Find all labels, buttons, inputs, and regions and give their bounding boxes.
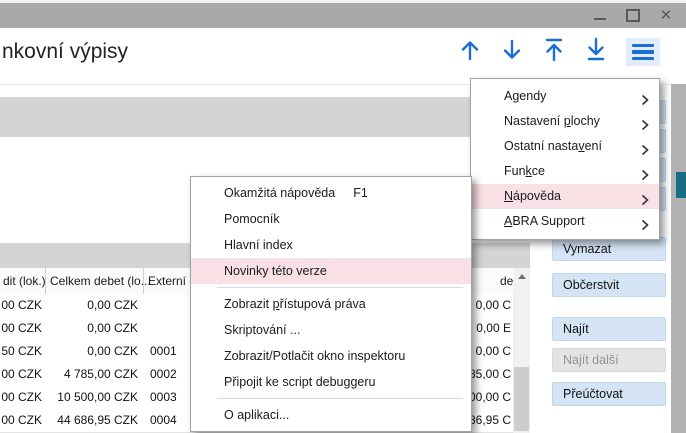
scroll-down-icon: [501, 37, 523, 68]
titlebar: ✕: [0, 0, 686, 28]
submenu-arrow-icon: [641, 215, 649, 240]
help-submenu: Okamžitá nápovědaF1 Pomocník Hlavní inde…: [190, 176, 472, 432]
menu-item-ostatni-nastaveni[interactable]: Ostatní nastavení: [471, 134, 659, 159]
scrollbar-thumb[interactable]: [514, 367, 529, 431]
toolbar-strip: [0, 97, 530, 137]
close-icon: ✕: [660, 8, 673, 24]
shortcut-label: F1: [353, 186, 368, 200]
scrollbar-up-button[interactable]: [513, 268, 530, 284]
page-title: nkovní výpisy: [2, 40, 128, 64]
menu-separator: [217, 287, 463, 288]
scrollbar-up-arrow-icon: [518, 274, 526, 279]
maximize-icon: [626, 9, 640, 22]
hamburger-menu-icon: [632, 44, 654, 48]
hamburger-dropdown-menu: Agendy Nastavení plochy Ostatní nastaven…: [470, 78, 660, 240]
column-header-credit[interactable]: dit (lok.): [3, 274, 46, 288]
submenu-item-pomocnik[interactable]: Pomocník: [191, 206, 471, 232]
close-button[interactable]: ✕: [658, 8, 674, 24]
refresh-button[interactable]: Občerstvit: [552, 273, 666, 297]
submenu-item-hlavni-index[interactable]: Hlavní index: [191, 232, 471, 258]
find-next-button: Najít další: [552, 348, 666, 372]
scroll-to-bottom-button[interactable]: [584, 38, 608, 66]
hamburger-menu-button[interactable]: [626, 38, 660, 66]
minimize-button[interactable]: [592, 8, 608, 24]
background-window-edge: [671, 84, 686, 433]
repost-button[interactable]: Přeúčtovat: [552, 382, 666, 406]
menu-item-napoveda[interactable]: Nápověda: [471, 184, 659, 209]
find-button[interactable]: Najít: [552, 317, 666, 341]
menu-item-abra-support[interactable]: ABRA Support: [471, 209, 659, 234]
minimize-icon: [594, 18, 606, 20]
menu-item-funkce[interactable]: Funkce: [471, 159, 659, 184]
submenu-item-okamzita-napoveda[interactable]: Okamžitá nápovědaF1: [191, 180, 471, 206]
submenu-item-pripojit-ke-script-debuggeru[interactable]: Připojit ke script debuggeru: [191, 369, 471, 395]
record-navigation-toolbar: [458, 38, 660, 66]
window-controls: ✕: [592, 3, 674, 28]
column-header-external[interactable]: Externí č: [148, 274, 195, 288]
submenu-item-o-aplikaci[interactable]: O aplikaci...: [191, 402, 471, 428]
table-scrollbar[interactable]: [513, 268, 530, 433]
maximize-button[interactable]: [625, 8, 641, 24]
scroll-to-top-icon: [543, 36, 565, 69]
scroll-to-bottom-icon: [585, 36, 607, 69]
submenu-item-novinky-teto-verze[interactable]: Novinky této verze: [191, 258, 471, 284]
menu-separator: [217, 398, 463, 399]
menu-item-nastaveni-plochy[interactable]: Nastavení plochy: [471, 109, 659, 134]
column-header-debit[interactable]: Celkem debet (lo...: [50, 274, 151, 288]
scroll-up-button[interactable]: [458, 38, 482, 66]
titlebar-top-strip: [0, 0, 686, 3]
submenu-item-zobrazit-pristupova-prava[interactable]: Zobrazit přístupová práva: [191, 291, 471, 317]
menu-item-agendy[interactable]: Agendy: [471, 84, 659, 109]
app-window: ✕ nkovní výpisy: [0, 0, 686, 433]
scroll-down-button[interactable]: [500, 38, 524, 66]
scroll-up-icon: [459, 37, 481, 68]
scroll-to-top-button[interactable]: [542, 38, 566, 66]
submenu-item-skriptovani[interactable]: Skriptování ...: [191, 317, 471, 343]
clear-button[interactable]: Vymazat: [552, 237, 666, 261]
background-window-fragment: [676, 172, 686, 198]
submenu-item-zobrazit-potlacit-okno-inspektoru[interactable]: Zobrazit/Potlačit okno inspektoru: [191, 343, 471, 369]
